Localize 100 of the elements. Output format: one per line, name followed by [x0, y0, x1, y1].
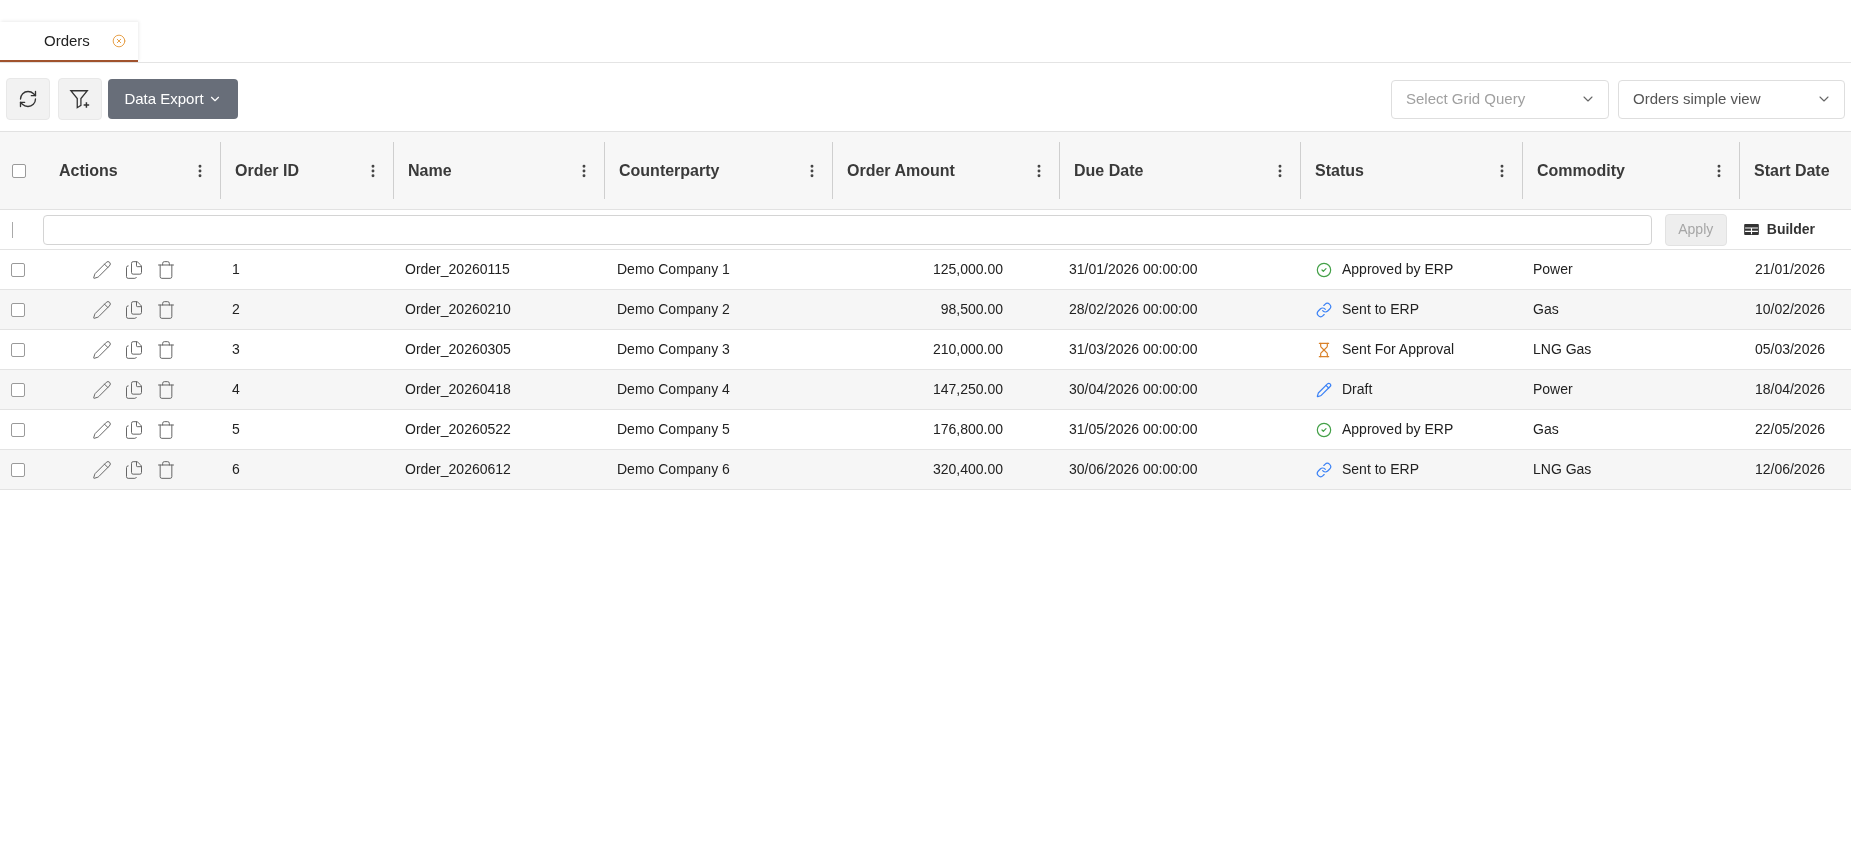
- toolbar-button[interactable]: [58, 78, 102, 120]
- documents-icon[interactable]: [123, 459, 144, 480]
- column-header[interactable]: Commodity: [1537, 158, 1625, 183]
- trash-icon[interactable]: [155, 259, 176, 280]
- table-cell-text: Demo Company 5: [617, 420, 730, 439]
- status-label: Approved by ERP: [1342, 260, 1454, 279]
- check-circle-icon: [1316, 421, 1332, 438]
- filter-input[interactable]: [43, 214, 1652, 245]
- table-cell-text: 1: [232, 260, 240, 279]
- table-cell-text: 28/02/2026 00:00:00: [1069, 300, 1198, 319]
- table-cell-text: 147,250.00: [932, 380, 1003, 399]
- status-label: Sent to ERP: [1342, 460, 1420, 479]
- table-cell-text: 6: [232, 460, 240, 479]
- table-cell-text: 98,500.00: [940, 300, 1003, 319]
- table-cell-text: 12/06/2026: [1754, 460, 1825, 479]
- select-field[interactable]: Orders simple view: [1618, 79, 1845, 119]
- table-cell-text: LNG Gas: [1533, 340, 1592, 359]
- table-cell-text: 05/03/2026: [1754, 340, 1825, 359]
- builder-button[interactable]: Builder: [1743, 213, 1815, 246]
- table-cell-text: Power: [1533, 260, 1573, 279]
- check-circle-icon: [1316, 261, 1332, 278]
- pencil-icon[interactable]: [91, 339, 112, 360]
- pencil-icon[interactable]: [91, 259, 112, 280]
- table-cell-text: Demo Company 3: [617, 340, 730, 359]
- column-header[interactable]: Order Amount: [847, 158, 955, 183]
- column-header[interactable]: Order ID: [235, 158, 299, 183]
- close-icon[interactable]: [112, 34, 126, 48]
- tab[interactable]: Orders: [0, 22, 138, 62]
- table-cell-text: 2: [232, 300, 240, 319]
- table-cell-text: Power: [1533, 380, 1573, 399]
- documents-icon[interactable]: [123, 419, 144, 440]
- pencil-icon[interactable]: [91, 419, 112, 440]
- table-cell-text: 4: [232, 380, 240, 399]
- pencil-icon[interactable]: [91, 299, 112, 320]
- trash-icon[interactable]: [155, 299, 176, 320]
- table-cell-text: 210,000.00: [932, 340, 1003, 359]
- table-cell-text: LNG Gas: [1533, 460, 1592, 479]
- table-cell-text: 22/05/2026: [1754, 420, 1825, 439]
- checkbox[interactable]: [12, 163, 26, 178]
- trash-icon[interactable]: [155, 339, 176, 360]
- table-cell-text: 10/02/2026: [1754, 300, 1825, 319]
- checkbox[interactable]: [11, 422, 25, 437]
- table-cell-text: Gas: [1533, 420, 1559, 439]
- table-cell-text: 21/01/2026: [1754, 260, 1825, 279]
- refresh-icon: [18, 89, 38, 109]
- table-icon: [1743, 224, 1759, 235]
- checkbox[interactable]: [11, 462, 25, 477]
- checkbox[interactable]: [11, 342, 25, 357]
- table-cell-text: 31/01/2026 00:00:00: [1069, 260, 1198, 279]
- table-cell-text: 320,400.00: [932, 460, 1003, 479]
- table-cell-text: 31/03/2026 00:00:00: [1069, 340, 1198, 359]
- table-cell-text: 3: [232, 340, 240, 359]
- documents-icon[interactable]: [123, 259, 144, 280]
- table-cell-text: Order_20260522: [405, 420, 511, 439]
- status-label: Approved by ERP: [1342, 420, 1454, 439]
- table-cell-text: Order_20260418: [405, 380, 511, 399]
- select-value: Orders simple view: [1633, 88, 1761, 109]
- hourglass-icon: [1316, 341, 1332, 358]
- documents-icon[interactable]: [123, 339, 144, 360]
- table-cell-text: Order_20260210: [405, 300, 511, 319]
- checkbox[interactable]: [11, 302, 25, 317]
- data-export-button[interactable]: Data Export: [108, 79, 238, 119]
- select-placeholder: Select Grid Query: [1406, 88, 1526, 109]
- table-cell-text: Demo Company 6: [617, 460, 730, 479]
- link-icon: [1316, 301, 1332, 318]
- table-cell-text: 18/04/2026: [1754, 380, 1825, 399]
- column-header[interactable]: Due Date: [1074, 158, 1144, 183]
- pencil-icon: [1316, 381, 1332, 398]
- pencil-icon[interactable]: [91, 459, 112, 480]
- column-header[interactable]: Status: [1315, 158, 1364, 183]
- column-header[interactable]: Actions: [59, 158, 118, 183]
- column-header[interactable]: Counterparty: [619, 158, 720, 183]
- link-icon: [1316, 461, 1332, 478]
- documents-icon[interactable]: [123, 379, 144, 400]
- table-cell-text: 30/06/2026 00:00:00: [1069, 460, 1198, 479]
- table-cell-text: Order_20260612: [405, 460, 511, 479]
- status-label: Sent to ERP: [1342, 300, 1420, 319]
- table-cell-text: 5: [232, 420, 240, 439]
- trash-icon[interactable]: [155, 419, 176, 440]
- table-cell-text: 125,000.00: [932, 260, 1003, 279]
- pencil-icon[interactable]: [91, 379, 112, 400]
- table-cell-text: 31/05/2026 00:00:00: [1069, 420, 1198, 439]
- table-cell-text: Order_20260305: [405, 340, 511, 359]
- trash-icon[interactable]: [155, 379, 176, 400]
- table-cell-text: Gas: [1533, 300, 1559, 319]
- checkbox[interactable]: [11, 262, 25, 277]
- checkbox[interactable]: [11, 382, 25, 397]
- toolbar-button[interactable]: [6, 78, 50, 120]
- trash-icon[interactable]: [155, 459, 176, 480]
- column-header[interactable]: Name: [408, 158, 452, 183]
- status-label: Draft: [1342, 380, 1373, 399]
- funnel-plus-icon: [69, 88, 91, 110]
- table-cell-text: Demo Company 2: [617, 300, 730, 319]
- table-cell-text: 176,800.00: [932, 420, 1003, 439]
- table-cell-text: 30/04/2026 00:00:00: [1069, 380, 1198, 399]
- status-label: Sent For Approval: [1342, 340, 1455, 359]
- table-cell-text: Order_20260115: [405, 260, 510, 279]
- documents-icon[interactable]: [123, 299, 144, 320]
- column-header[interactable]: Start Date: [1754, 158, 1830, 183]
- table-cell-text: Demo Company 4: [617, 380, 730, 399]
